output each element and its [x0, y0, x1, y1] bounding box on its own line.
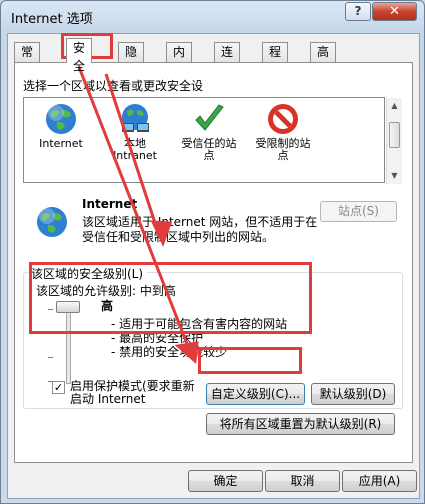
zone-local-intranet[interactable]: 本地 Intranet — [98, 102, 172, 162]
window-title: Internet 选项 — [11, 12, 93, 27]
scroll-down-arrow-icon[interactable]: ▼ — [387, 168, 402, 183]
tab-programs[interactable]: 程序 — [262, 42, 289, 77]
protected-mode-label: 启用保护模式(要求重新 启动 Internet — [70, 380, 195, 406]
zone-internet[interactable]: Internet — [24, 102, 98, 150]
selected-zone-title: Internet — [82, 197, 138, 211]
tab-connections[interactable]: 连接 — [214, 42, 241, 77]
cancel-button[interactable]: 取消 — [265, 470, 340, 492]
apply-button[interactable]: 应用(A) — [342, 470, 417, 492]
zone-prompt: 选择一个区域以查看或更改安全设 — [23, 79, 204, 93]
zone-label: 受限制的站 点 — [255, 137, 311, 162]
tab-privacy[interactable]: 隐私 — [118, 42, 145, 77]
close-button[interactable]: ✕ — [372, 2, 417, 21]
reset-all-zones-button[interactable]: 将所有区域重置为默认级别(R) — [206, 413, 395, 435]
ok-button[interactable]: 确定 — [188, 470, 263, 492]
help-button[interactable]: ? — [345, 2, 371, 21]
scroll-thumb[interactable] — [389, 122, 400, 148]
zone-label: 本地 Intranet — [113, 137, 157, 162]
selected-zone-globe-icon — [37, 207, 67, 237]
tab-advanced[interactable]: 高级 — [310, 42, 337, 77]
zone-restricted-sites[interactable]: 受限制的站 点 — [246, 102, 320, 162]
zone-list: Internet 本地 Intranet 受信任的站 点 受限制的站 点 ▲ ▼ — [23, 97, 402, 184]
scroll-up-arrow-icon[interactable]: ▲ — [387, 98, 402, 113]
title-bar[interactable]: Internet 选项 ? ✕ — [1, 1, 424, 31]
globe-icon — [46, 104, 76, 134]
custom-level-button[interactable]: 自定义级别(C)... — [206, 383, 305, 405]
default-level-button[interactable]: 默认级别(D) — [311, 383, 395, 405]
sites-button[interactable]: 站点(S) — [320, 201, 397, 222]
tab-content[interactable]: 内容 — [166, 42, 193, 77]
tab-security[interactable]: 安全 — [66, 38, 93, 73]
zone-label: 受信任的站 点 — [181, 137, 237, 162]
checkmark-icon — [195, 104, 224, 131]
selected-zone-description: 该区域适用于 Internet 网站，但不适用于在受信任和受限制区域中列出的网站… — [82, 215, 318, 244]
zone-list-scrollbar[interactable]: ▲ ▼ — [386, 98, 402, 184]
protected-mode-checkbox[interactable]: ✓ — [52, 381, 65, 394]
zone-trusted-sites[interactable]: 受信任的站 点 — [172, 102, 246, 162]
highlight-security-level — [29, 262, 312, 334]
tab-general[interactable]: 常规 — [14, 42, 41, 77]
highlight-custom-level-button — [198, 347, 302, 374]
zone-label: Internet — [39, 137, 83, 150]
internet-options-window: Internet 选项 ? ✕ 常规 安全 隐私 内容 连接 程序 高级 选择一… — [0, 0, 425, 504]
slider-tick — [48, 357, 53, 358]
intranet-globe-icon — [122, 104, 149, 132]
no-entry-icon — [268, 104, 298, 134]
